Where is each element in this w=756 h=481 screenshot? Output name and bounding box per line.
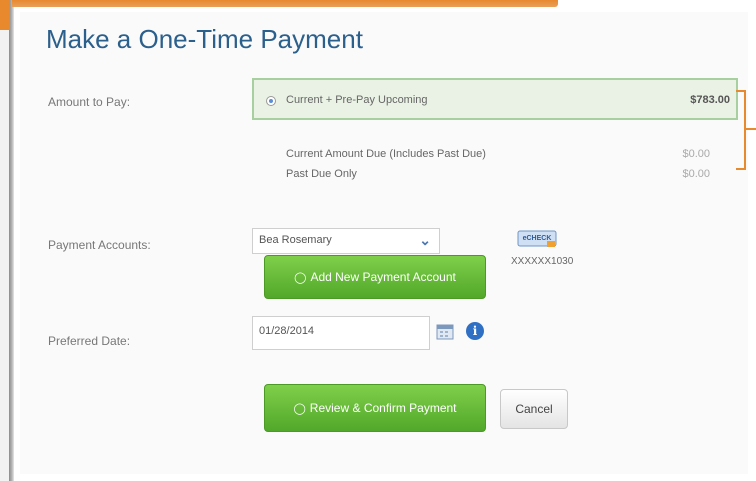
amount-option-1-radio[interactable] bbox=[266, 96, 276, 106]
amount-label: Amount to Pay: bbox=[48, 95, 131, 109]
chevron-down-icon[interactable]: ⌄ bbox=[419, 232, 431, 249]
review-confirm-payment-button[interactable]: ◯ Review & Confirm Payment bbox=[264, 384, 486, 432]
amount-option-3-value: $0.00 bbox=[682, 168, 710, 180]
payment-account-selected-value: Bea Rosemary bbox=[259, 234, 332, 246]
review-confirm-payment-label: Review & Confirm Payment bbox=[309, 401, 457, 415]
echeck-icon-text: eCHECK bbox=[523, 235, 552, 242]
plus-icon: ◯ bbox=[294, 271, 307, 284]
amount-option-2-label[interactable]: Current Amount Due (Includes Past Due) bbox=[286, 148, 486, 160]
echeck-icon: eCHECK bbox=[517, 230, 557, 247]
amount-option-1-value: $783.00 bbox=[690, 94, 730, 106]
page-title: Make a One-Time Payment bbox=[46, 24, 363, 54]
info-icon[interactable]: i bbox=[466, 322, 484, 340]
callout-bracket-tick bbox=[746, 128, 756, 130]
add-payment-account-button[interactable]: ◯ Add New Payment Account bbox=[264, 255, 486, 299]
amount-option-3-label[interactable]: Past Due Only bbox=[286, 168, 357, 180]
cancel-button[interactable]: Cancel bbox=[500, 389, 568, 429]
payment-accounts-label: Payment Accounts: bbox=[48, 238, 151, 252]
amount-option-1-label[interactable]: Current + Pre-Pay Upcoming bbox=[286, 94, 428, 106]
preferred-date-value: 01/28/2014 bbox=[259, 325, 315, 337]
preferred-date-label: Preferred Date: bbox=[48, 334, 131, 348]
amount-option-2-value: $0.00 bbox=[682, 148, 710, 160]
calendar-icon[interactable] bbox=[436, 324, 454, 340]
preferred-date-input[interactable]: 01/28/2014 bbox=[252, 316, 430, 350]
top-accent-bar bbox=[12, 0, 558, 7]
payment-account-select[interactable]: Bea Rosemary ⌄ bbox=[252, 228, 440, 254]
account-number: XXXXXX1030 bbox=[511, 256, 574, 267]
left-frame-border bbox=[0, 0, 14, 481]
callout-bracket bbox=[736, 90, 746, 170]
left-accent-bar bbox=[0, 0, 10, 30]
check-icon: ◯ bbox=[293, 402, 306, 415]
add-payment-account-label: Add New Payment Account bbox=[310, 270, 456, 284]
